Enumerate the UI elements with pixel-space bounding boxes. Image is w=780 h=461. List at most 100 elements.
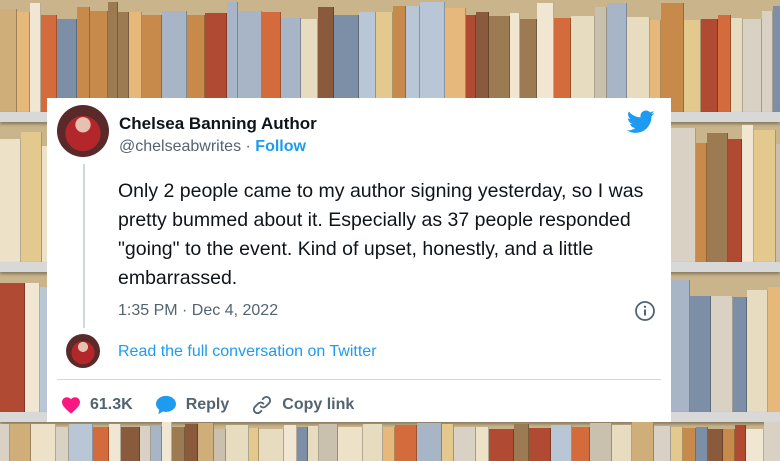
book-spine xyxy=(476,427,489,461)
book-spine xyxy=(723,428,735,461)
book-spine xyxy=(297,427,308,461)
book-spine xyxy=(768,287,780,412)
tweet-text: Only 2 people came to my author signing … xyxy=(118,180,644,289)
book-spine xyxy=(56,427,69,461)
book-spine xyxy=(684,20,701,112)
heart-icon xyxy=(62,397,80,414)
book-spine xyxy=(90,11,108,112)
book-spine xyxy=(284,425,297,461)
book-spine xyxy=(728,138,742,262)
book-spine xyxy=(0,138,21,262)
separator-dot: · xyxy=(241,138,256,155)
book-spine xyxy=(25,283,40,412)
book-spine xyxy=(529,427,551,461)
book-spine xyxy=(595,6,607,112)
book-spine xyxy=(612,425,632,461)
book-spine xyxy=(151,425,162,461)
book-spine xyxy=(0,8,17,112)
book-spine xyxy=(696,427,708,461)
book-spine xyxy=(69,424,93,461)
book-spine xyxy=(445,7,466,112)
book-spine xyxy=(108,2,118,112)
thread-line xyxy=(83,164,85,328)
book-spine xyxy=(249,427,259,461)
book-spine xyxy=(185,423,198,461)
book-spine xyxy=(514,423,529,461)
book-spine xyxy=(718,14,731,112)
twitter-bird-icon[interactable] xyxy=(627,110,655,134)
book-spine xyxy=(417,422,442,461)
book-spine xyxy=(442,424,454,461)
read-conversation-link[interactable]: Read the full conversation on Twitter xyxy=(118,343,377,361)
tweet-timestamp[interactable]: 1:35 PM · Dec 4, 2022 xyxy=(118,302,278,320)
book-spine xyxy=(454,426,476,461)
book-spine xyxy=(318,6,334,112)
book-spine xyxy=(551,425,572,461)
book-spine xyxy=(489,429,514,461)
book-spine xyxy=(162,11,187,112)
like-button[interactable]: 61.3K xyxy=(61,396,133,414)
book-spine xyxy=(590,423,612,461)
book-spine xyxy=(747,290,768,412)
book-spine xyxy=(776,144,780,262)
book-spine xyxy=(654,426,671,461)
author-name[interactable]: Chelsea Banning Author xyxy=(119,114,317,134)
reply-button[interactable]: Reply xyxy=(155,395,229,415)
book-spine xyxy=(238,11,262,112)
book-spine xyxy=(671,426,683,461)
book-spine xyxy=(227,2,238,112)
book-spine xyxy=(31,423,56,461)
tweet-actions: 61.3K Reply Copy link xyxy=(61,394,376,416)
book-spine xyxy=(363,424,383,461)
book-spine xyxy=(711,295,733,412)
book-spine xyxy=(661,3,684,112)
book-spine xyxy=(393,5,406,112)
book-spine xyxy=(735,425,746,461)
info-icon[interactable] xyxy=(634,300,656,322)
follow-link[interactable]: Follow xyxy=(255,138,306,155)
book-spine xyxy=(632,422,654,461)
book-spine xyxy=(172,427,185,461)
bookshelf-row xyxy=(0,422,780,461)
book-spine xyxy=(607,3,627,112)
book-spine xyxy=(746,428,764,461)
book-spine xyxy=(226,424,249,461)
book-spine xyxy=(21,131,42,262)
tweet-card: Chelsea Banning Author @chelseabwrites ·… xyxy=(47,98,671,422)
book-spine xyxy=(319,424,338,461)
book-spine xyxy=(162,422,172,461)
book-spine xyxy=(30,3,41,112)
book-spine xyxy=(537,3,554,112)
likes-count: 61.3K xyxy=(90,396,133,413)
bookshelf-row xyxy=(0,0,780,112)
book-spine xyxy=(17,12,30,112)
book-spine xyxy=(10,423,31,461)
book-spine xyxy=(198,423,214,461)
author-handle[interactable]: @chelseabwrites xyxy=(119,138,241,155)
book-spine xyxy=(338,427,363,461)
book-spine xyxy=(762,11,773,112)
book-spine xyxy=(754,130,776,262)
copy-link-button[interactable]: Copy link xyxy=(251,394,354,416)
book-spine xyxy=(140,425,151,461)
book-spine xyxy=(109,423,121,461)
author-avatar[interactable] xyxy=(57,105,109,157)
book-spine xyxy=(259,429,284,461)
divider xyxy=(57,379,661,380)
book-spine xyxy=(764,422,780,461)
book-spine xyxy=(701,19,718,112)
book-spine xyxy=(773,5,780,112)
book-spine xyxy=(77,6,90,112)
book-spine xyxy=(668,280,690,412)
book-spine xyxy=(395,425,417,461)
book-spine xyxy=(742,124,754,262)
book-spine xyxy=(731,17,743,112)
author-avatar-small[interactable] xyxy=(66,334,100,368)
book-spine xyxy=(93,426,109,461)
book-spine xyxy=(743,19,762,112)
copy-link-label: Copy link xyxy=(282,396,355,413)
book-spine xyxy=(671,127,696,262)
book-spine xyxy=(0,283,25,412)
book-spine xyxy=(696,143,707,262)
book-spine xyxy=(121,426,140,461)
